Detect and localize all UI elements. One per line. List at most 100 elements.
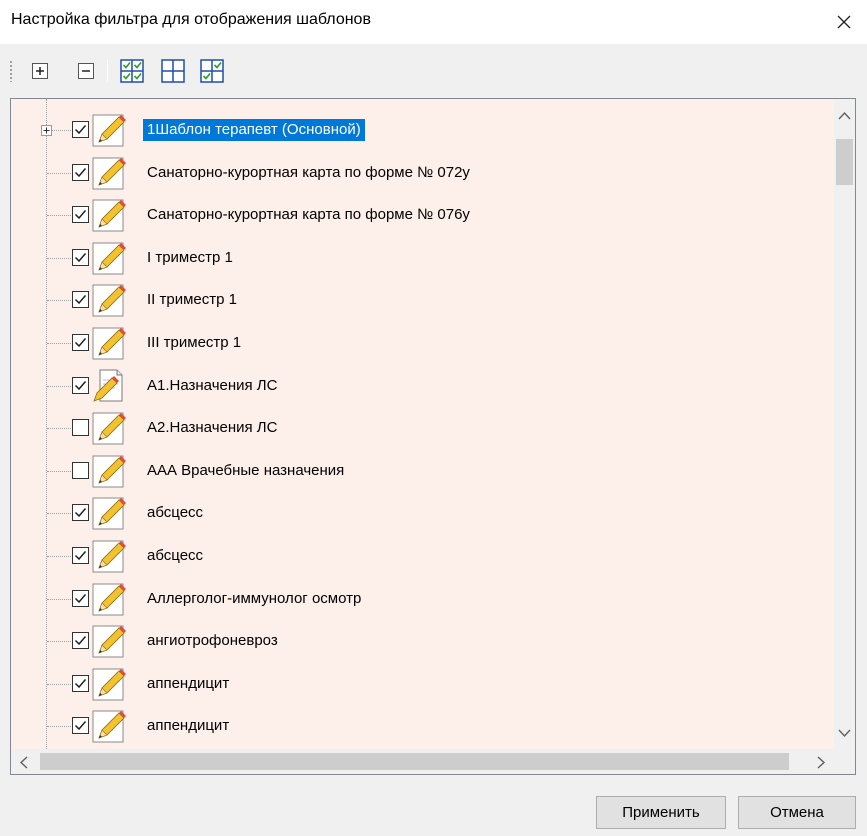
tree-item[interactable]: III триместр 1 [11, 322, 835, 364]
template-edit-icon [91, 495, 127, 531]
item-checkbox[interactable] [72, 121, 89, 138]
tree-item[interactable]: аппендицит [11, 663, 835, 705]
item-checkbox[interactable] [72, 547, 89, 564]
toolbar-separator [107, 60, 108, 82]
tree-item-label[interactable]: абсцесс [143, 545, 207, 567]
tree-connector-line [47, 641, 71, 643]
toolbar [0, 50, 867, 90]
tree-connector-line [47, 556, 71, 557]
template-edit-icon [91, 538, 127, 574]
item-checkbox[interactable] [72, 291, 89, 309]
tree-connector-line [47, 428, 71, 430]
template-tree[interactable]: 1Шаблон терапевт (Основной) Санаторно-кур… [11, 99, 835, 749]
template-edit-icon [91, 155, 127, 191]
expand-all-icon [32, 63, 48, 79]
scroll-right-icon[interactable] [817, 756, 826, 769]
tree-item-label[interactable]: Аллерголог-иммунолог осмотр [143, 588, 365, 610]
tree-item[interactable]: II триместр 1 [11, 279, 835, 321]
tree-item[interactable]: А1.Назначения ЛС [11, 365, 835, 407]
tree-item[interactable]: ангиотрофоневроз [11, 620, 835, 662]
template-tree-panel: 1Шаблон терапевт (Основной) Санаторно-кур… [10, 98, 856, 775]
item-checkbox[interactable] [72, 206, 89, 224]
tree-connector-line [47, 513, 71, 515]
tree-item[interactable]: Санаторно-курортная карта по форме № 076… [11, 194, 835, 236]
scroll-down-icon[interactable] [838, 729, 851, 738]
tree-connector-line [47, 257, 71, 259]
template-edit-icon [91, 240, 127, 276]
expand-all-button[interactable] [30, 61, 50, 81]
tree-item[interactable]: абсцесс [11, 535, 835, 577]
template-edit-icon [91, 282, 127, 318]
window-title: Настройка фильтра для отображения шаблон… [11, 11, 371, 28]
item-checkbox[interactable] [72, 461, 89, 479]
tree-item-label[interactable]: А1.Назначения ЛС [143, 375, 281, 397]
item-checkbox[interactable] [72, 632, 89, 650]
toolbar-grip[interactable] [9, 60, 13, 82]
template-edit-icon [91, 453, 127, 489]
tree-connector-line [47, 215, 71, 217]
title-bar: Настройка фильтра для отображения шаблон… [0, 0, 867, 44]
tree-item-label[interactable]: I триместр 1 [143, 247, 237, 269]
tree-connector-line [47, 598, 71, 600]
document-edit-icon [91, 368, 127, 404]
check-all-icon [120, 59, 144, 83]
item-checkbox[interactable] [72, 334, 89, 351]
tree-item[interactable]: А2.Назначения ЛС [11, 407, 835, 449]
item-checkbox[interactable] [72, 248, 89, 266]
tree-item[interactable]: I триместр 1 [11, 237, 835, 279]
uncheck-all-button[interactable] [161, 59, 185, 83]
item-checkbox[interactable] [72, 589, 89, 607]
tree-item-label[interactable]: III триместр 1 [143, 332, 245, 354]
tree-connector-line [47, 172, 71, 174]
template-edit-icon [91, 410, 127, 446]
template-edit-icon [91, 708, 127, 744]
template-edit-icon [91, 581, 127, 617]
tree-connector-line [47, 343, 71, 344]
horizontal-scrollbar[interactable] [11, 749, 835, 774]
tree-item-label[interactable]: аппендицит [143, 673, 233, 695]
tree-item[interactable]: Аллерголог-иммунолог осмотр [11, 578, 835, 620]
template-edit-icon [91, 325, 127, 361]
template-edit-icon [91, 666, 127, 702]
item-checkbox[interactable] [72, 717, 89, 735]
tree-item-label[interactable]: аппендицит [143, 715, 233, 737]
item-checkbox[interactable] [72, 376, 89, 394]
scroll-up-icon[interactable] [838, 111, 851, 120]
tree-item[interactable]: Санаторно-курортная карта по форме № 072… [11, 152, 835, 194]
vertical-scrollbar[interactable] [834, 99, 855, 749]
tree-item[interactable]: абсцесс [11, 492, 835, 534]
expand-node-icon[interactable] [41, 125, 52, 136]
tree-item-label[interactable]: ААА Врачебные назначения [143, 460, 348, 482]
template-edit-icon [91, 112, 127, 148]
item-checkbox[interactable] [72, 419, 89, 437]
tree-item-label[interactable]: ангиотрофоневроз [143, 630, 282, 652]
tree-item[interactable]: ААА Врачебные назначения [11, 450, 835, 492]
item-checkbox[interactable] [72, 163, 89, 181]
tree-item-label[interactable]: Санаторно-курортная карта по форме № 072… [143, 162, 474, 184]
scroll-left-icon[interactable] [19, 756, 28, 769]
apply-button[interactable]: Применить [596, 796, 726, 829]
tree-connector-line [47, 683, 71, 685]
tree-item-label[interactable]: 1Шаблон терапевт (Основной) [143, 119, 365, 141]
tree-item[interactable]: 1Шаблон терапевт (Основной) [11, 109, 835, 151]
uncheck-all-icon [161, 59, 185, 83]
vertical-scroll-thumb[interactable] [836, 139, 853, 185]
invert-check-icon [200, 59, 224, 83]
tree-item[interactable]: аппендицит [11, 705, 835, 747]
tree-connector-line [47, 470, 71, 472]
tree-item-label[interactable]: абсцесс [143, 502, 207, 524]
item-checkbox[interactable] [72, 674, 89, 692]
horizontal-scroll-thumb[interactable] [40, 753, 789, 770]
tree-item-label[interactable]: II триместр 1 [143, 289, 241, 311]
collapse-all-button[interactable] [76, 61, 96, 81]
tree-item-label[interactable]: А2.Назначения ЛС [143, 417, 281, 439]
item-checkbox[interactable] [72, 504, 89, 522]
close-button[interactable] [821, 0, 867, 44]
close-icon [837, 15, 851, 29]
tree-connector-line [47, 385, 71, 387]
invert-check-button[interactable] [200, 59, 224, 83]
check-all-button[interactable] [120, 59, 144, 83]
template-edit-icon [91, 623, 127, 659]
tree-item-label[interactable]: Санаторно-курортная карта по форме № 076… [143, 204, 474, 226]
cancel-button[interactable]: Отмена [738, 796, 856, 829]
